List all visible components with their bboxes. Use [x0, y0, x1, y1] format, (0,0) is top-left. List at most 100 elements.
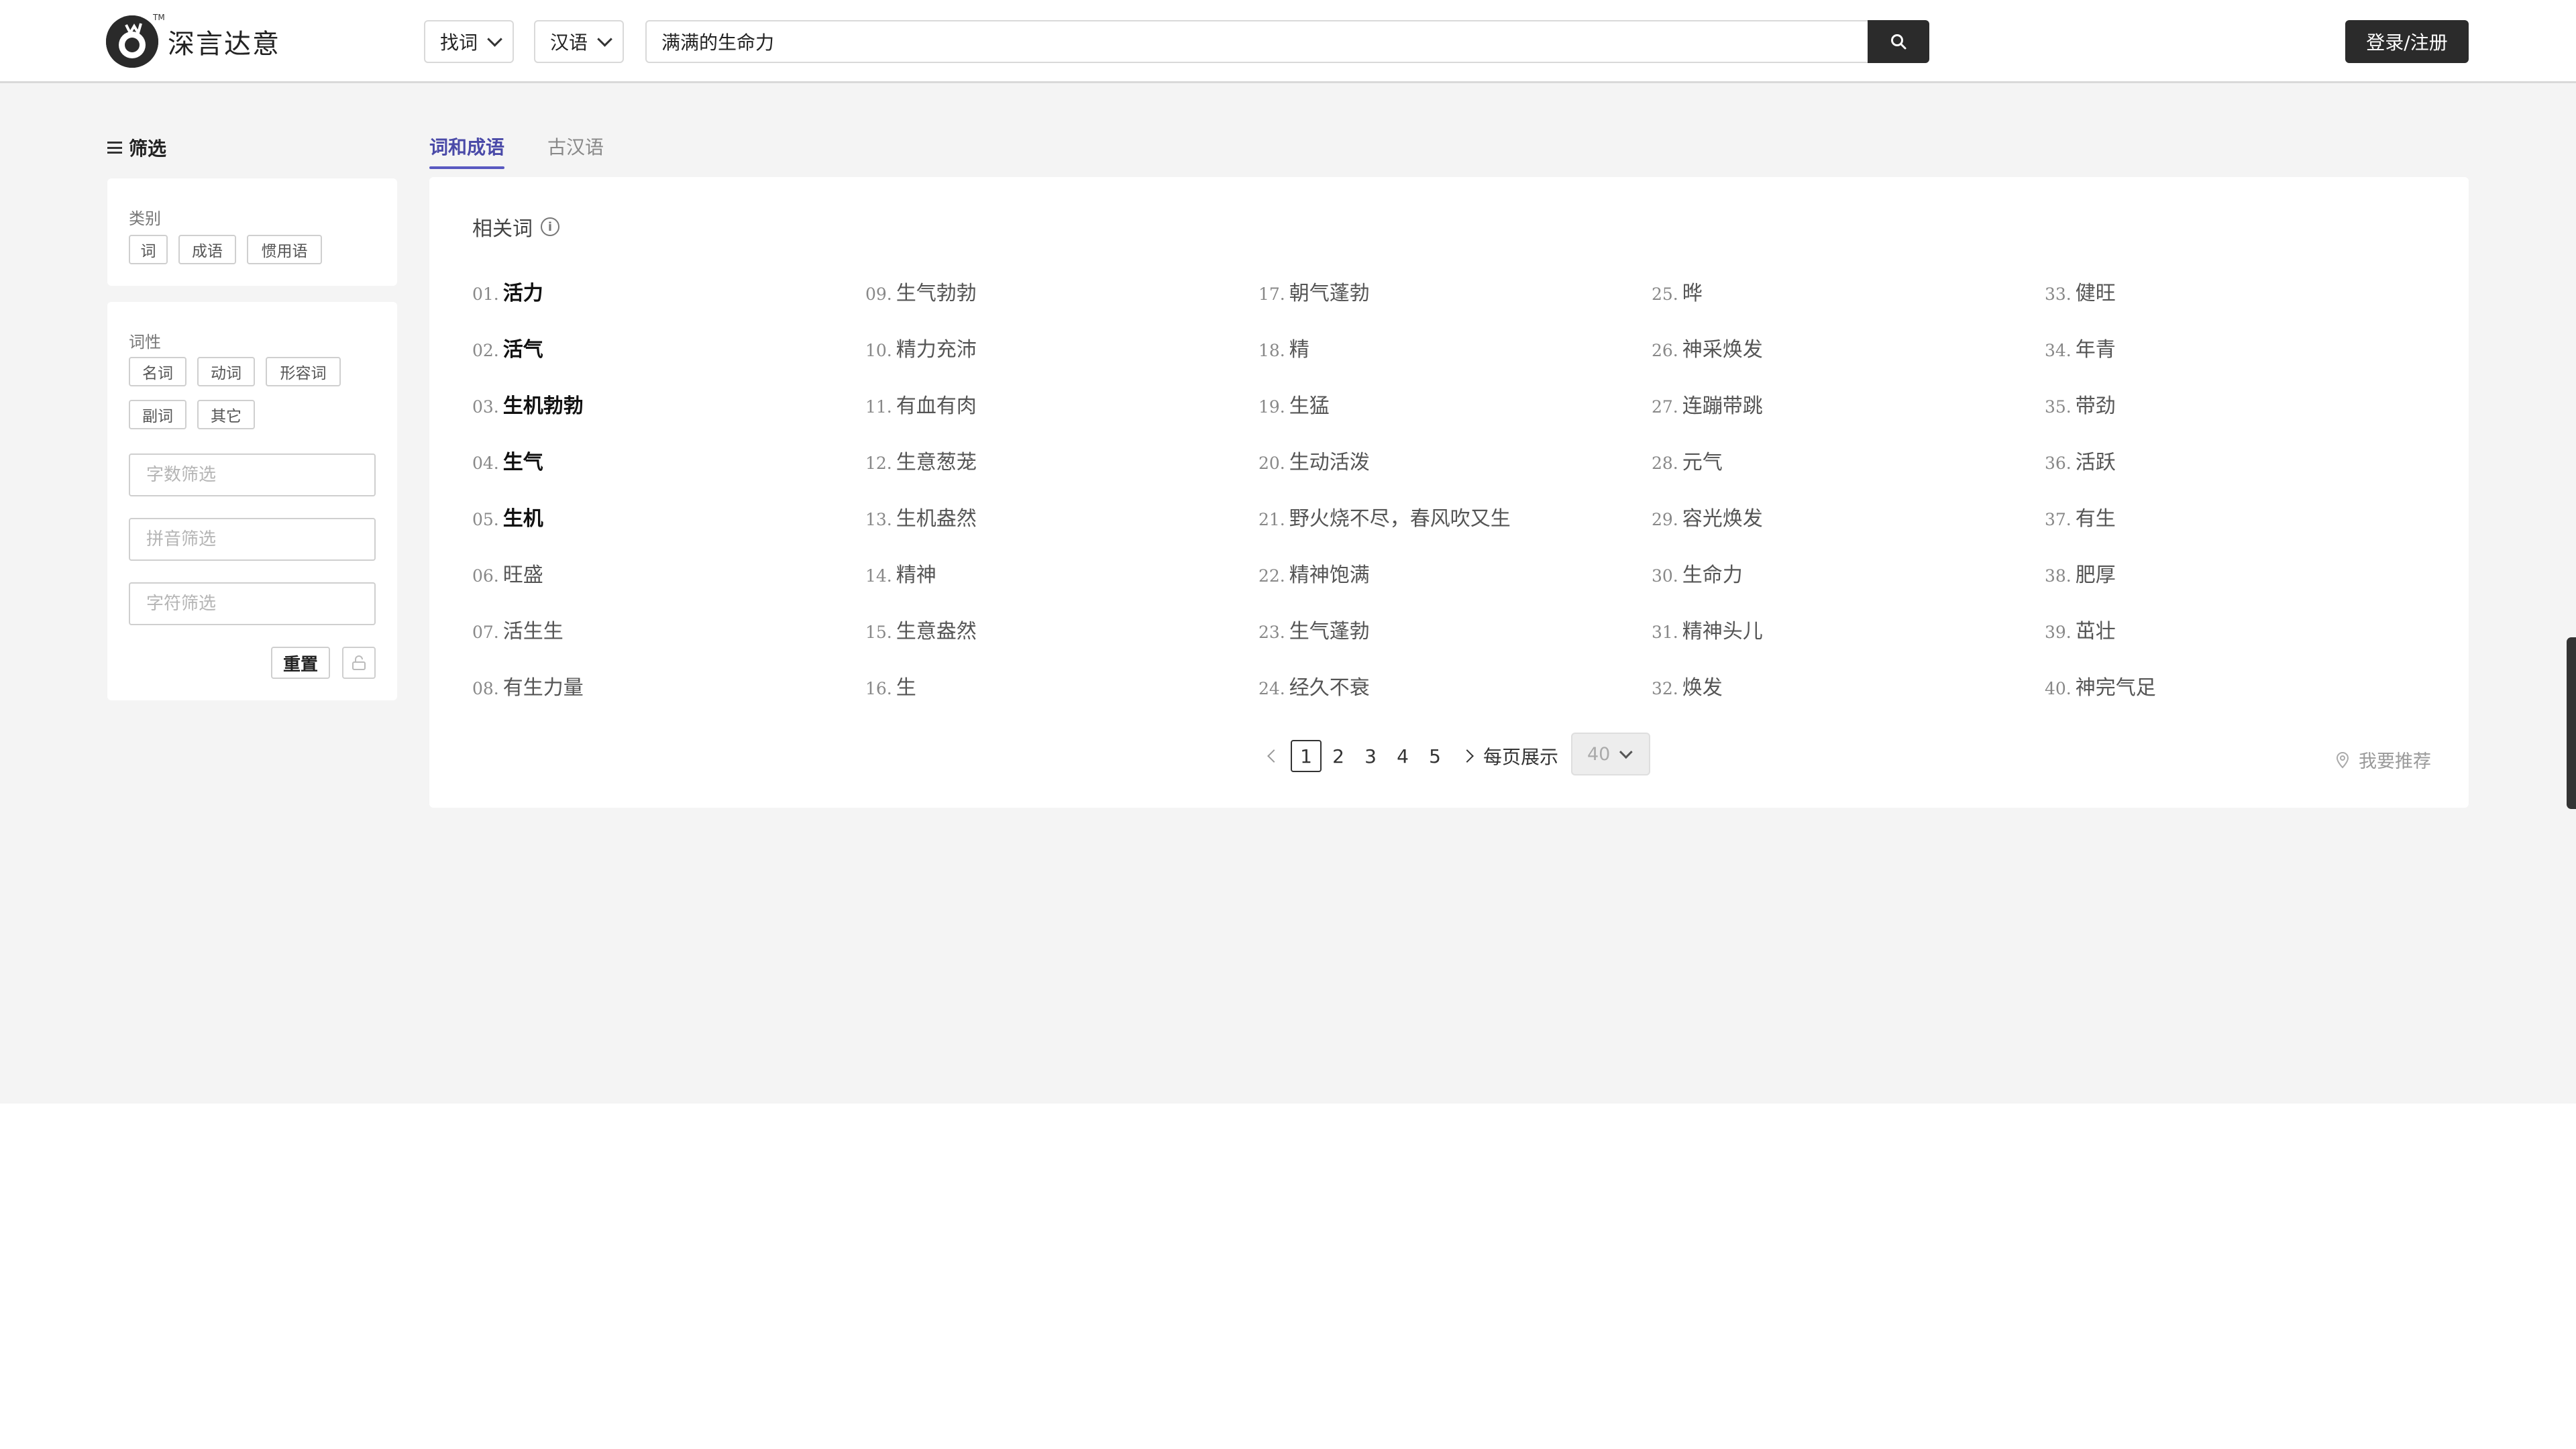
login-register-button[interactable]: 登录/注册	[2345, 20, 2469, 63]
result-word-number: 26.	[1652, 341, 1678, 360]
page-2-button[interactable]: 2	[1330, 740, 1347, 772]
char-count-filter-input[interactable]	[129, 453, 376, 496]
result-word-item[interactable]: 21. 野火烧不尽，春风吹又生	[1258, 502, 1511, 531]
lock-button[interactable]	[342, 647, 376, 679]
chip-verb[interactable]: 动词	[197, 357, 255, 386]
result-word-number: 15.	[865, 623, 892, 642]
search-button[interactable]	[1868, 20, 1929, 63]
page-1-button[interactable]: 1	[1291, 740, 1322, 772]
result-word-item[interactable]: 33. 健旺	[2045, 276, 2116, 306]
page-size-value: 40	[1587, 743, 1611, 765]
scrollbar-thumb[interactable]	[2567, 637, 2576, 809]
result-word-item[interactable]: 27. 连蹦带跳	[1652, 389, 1763, 419]
result-word-item[interactable]: 15. 生意盎然	[865, 614, 977, 644]
chip-adverb[interactable]: 副词	[129, 400, 186, 429]
result-word-text: 野火烧不尽，春风吹又生	[1289, 507, 1511, 531]
result-word-text: 健旺	[2075, 282, 2116, 305]
pos-label: 词性	[129, 333, 161, 352]
result-word-text: 生气勃勃	[896, 282, 977, 305]
result-word-item[interactable]: 23. 生气蓬勃	[1258, 614, 1370, 644]
result-word-item[interactable]: 18. 精	[1258, 333, 1309, 362]
chip-idiom[interactable]: 成语	[178, 235, 236, 264]
result-word-item[interactable]: 37. 有生	[2045, 502, 2116, 531]
result-word-text: 精力充沛	[896, 338, 977, 362]
result-word-item[interactable]: 25. 晔	[1652, 276, 1703, 306]
info-icon[interactable]: i	[541, 217, 559, 236]
result-word-item[interactable]: 36. 活跃	[2045, 445, 2116, 475]
result-word-text: 生机	[502, 507, 543, 531]
chevron-down-icon	[1619, 745, 1633, 759]
next-page-button[interactable]	[1457, 740, 1477, 772]
result-word-text: 生意葱茏	[896, 451, 977, 474]
result-word-item[interactable]: 19. 生猛	[1258, 389, 1330, 419]
result-word-number: 24.	[1258, 679, 1285, 698]
char-filter-input[interactable]	[129, 582, 376, 625]
result-word-item[interactable]: 13. 生机盎然	[865, 502, 977, 531]
reset-button[interactable]: 重置	[271, 647, 330, 679]
result-word-item[interactable]: 06. 旺盛	[472, 558, 543, 588]
tab-words-and-idioms[interactable]: 词和成语	[429, 133, 505, 169]
page-3-button[interactable]: 3	[1362, 740, 1379, 772]
logo-text: 深言达意	[168, 29, 280, 60]
result-word-item[interactable]: 02. 活气	[472, 333, 543, 362]
chip-other[interactable]: 其它	[197, 400, 255, 429]
language-dropdown[interactable]: 汉语	[534, 20, 625, 63]
result-word-item[interactable]: 31. 精神头儿	[1652, 614, 1763, 644]
result-word-number: 31.	[1652, 623, 1678, 642]
recommend-link[interactable]: 我要推荐	[2333, 747, 2431, 773]
page-4-button[interactable]: 4	[1394, 740, 1411, 772]
tab-classical-chinese[interactable]: 古汉语	[547, 133, 604, 160]
result-word-item[interactable]: 39. 茁壮	[2045, 614, 2116, 644]
result-word-item[interactable]: 28. 元气	[1652, 445, 1723, 475]
result-word-item[interactable]: 16. 生	[865, 671, 916, 700]
result-word-item[interactable]: 04. 生气	[472, 445, 543, 475]
result-word-item[interactable]: 09. 生气勃勃	[865, 276, 977, 306]
chip-adjective[interactable]: 形容词	[266, 357, 341, 386]
result-word-number: 33.	[2045, 284, 2072, 304]
chip-common-phrase[interactable]: 惯用语	[247, 235, 322, 264]
result-word-number: 23.	[1258, 623, 1285, 642]
result-word-item[interactable]: 24. 经久不衰	[1258, 671, 1370, 700]
result-word-item[interactable]: 08. 有生力量	[472, 671, 584, 700]
result-word-item[interactable]: 05. 生机	[472, 502, 543, 531]
result-word-item[interactable]: 35. 带劲	[2045, 389, 2116, 419]
result-word-item[interactable]: 01. 活力	[472, 276, 543, 306]
result-word-item[interactable]: 34. 年青	[2045, 333, 2116, 362]
result-word-item[interactable]: 38. 肥厚	[2045, 558, 2116, 588]
result-word-item[interactable]: 32. 焕发	[1652, 671, 1723, 700]
page-5-button[interactable]: 5	[1426, 740, 1444, 772]
result-word-item[interactable]: 12. 生意葱茏	[865, 445, 977, 475]
result-word-number: 21.	[1258, 510, 1285, 529]
result-word-text: 活跃	[2075, 451, 2116, 474]
pinyin-filter-input[interactable]	[129, 518, 376, 561]
result-word-item[interactable]: 22. 精神饱满	[1258, 558, 1370, 588]
result-word-text: 元气	[1682, 451, 1723, 474]
result-word-number: 40.	[2045, 679, 2072, 698]
result-word-text: 旺盛	[502, 564, 543, 587]
result-word-item[interactable]: 11. 有血有肉	[865, 389, 977, 419]
search-input[interactable]: 满满的生命力	[645, 20, 1869, 63]
result-word-item[interactable]: 30. 生命力	[1652, 558, 1743, 588]
chevron-left-icon	[1267, 749, 1281, 763]
result-word-number: 37.	[2045, 510, 2072, 529]
result-word-item[interactable]: 20. 生动活泼	[1258, 445, 1370, 475]
logo[interactable]: TM 深言达意	[106, 13, 280, 68]
result-word-item[interactable]: 26. 神采焕发	[1652, 333, 1763, 362]
search-query-text: 满满的生命力	[661, 32, 775, 54]
result-word-text: 精神饱满	[1289, 564, 1370, 587]
result-word-item[interactable]: 10. 精力充沛	[865, 333, 977, 362]
page-size-select[interactable]: 40	[1571, 733, 1650, 775]
result-word-item[interactable]: 14. 精神	[865, 558, 936, 588]
result-word-item[interactable]: 40. 神完气足	[2045, 671, 2156, 700]
prev-page-button[interactable]	[1264, 740, 1284, 772]
result-word-number: 36.	[2045, 453, 2072, 473]
chip-word[interactable]: 词	[129, 235, 168, 264]
result-word-item[interactable]: 03. 生机勃勃	[472, 389, 584, 419]
result-word-item[interactable]: 17. 朝气蓬勃	[1258, 276, 1370, 306]
result-word-number: 04.	[472, 453, 499, 473]
result-word-item[interactable]: 29. 容光焕发	[1652, 502, 1763, 531]
result-word-item[interactable]: 07. 活生生	[472, 614, 564, 644]
mode-dropdown[interactable]: 找词	[424, 20, 515, 63]
chip-noun[interactable]: 名词	[129, 357, 186, 386]
filter-heading: 筛选	[107, 134, 166, 161]
